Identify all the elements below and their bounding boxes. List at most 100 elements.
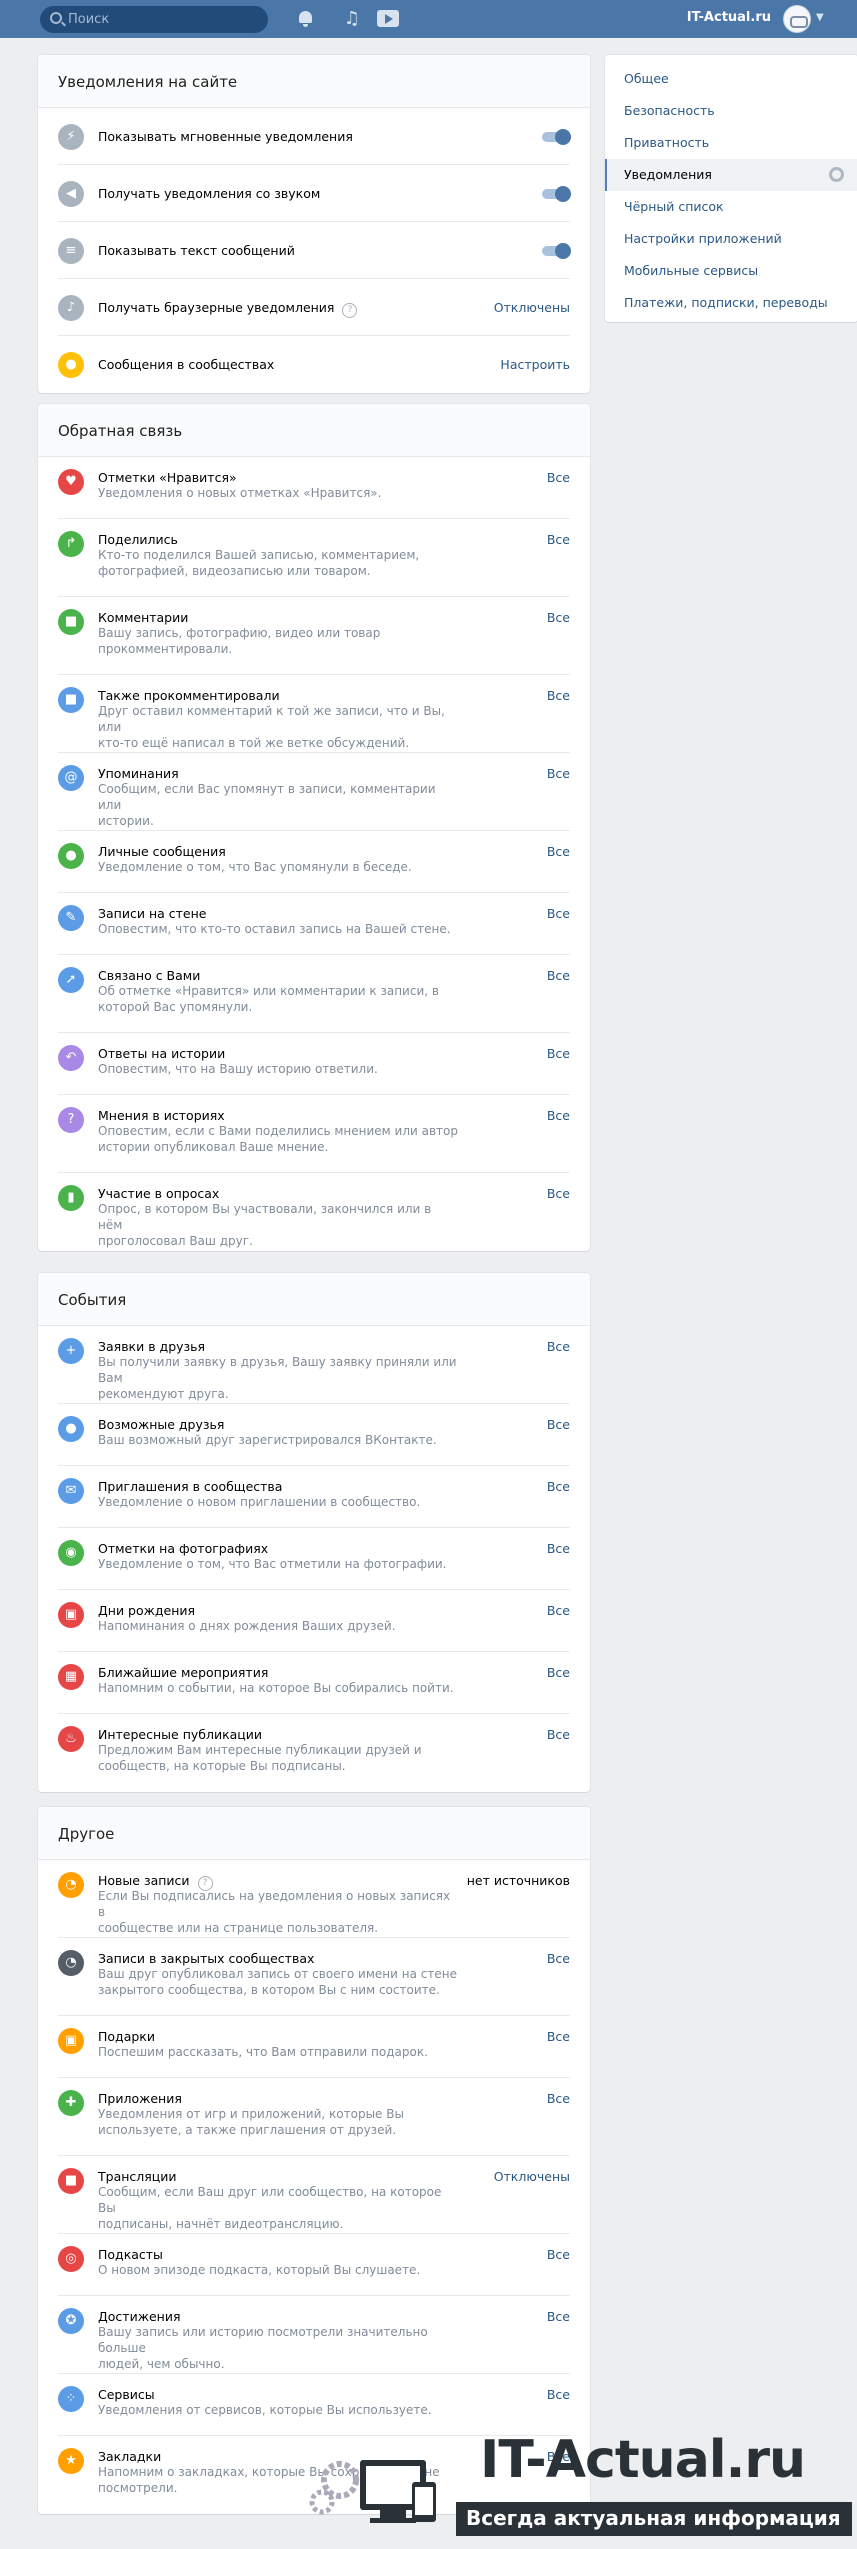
row-value-link[interactable]: Все <box>547 1951 570 1966</box>
settings-row[interactable]: ◔ Записи в закрытых сообществах Ваш друг о… <box>58 1938 570 2016</box>
row-value-link[interactable]: Все <box>547 1186 570 1201</box>
sidebar-item-label: Чёрный список <box>624 199 724 214</box>
row-description: Вашу запись, фотографию, видео или товар… <box>98 625 458 657</box>
description-line: Сообщим, если Вас упомянут в записи, ком… <box>98 782 436 812</box>
row-description: Оповестим, что на Вашу историю ответили. <box>98 1061 458 1077</box>
settings-row[interactable]: ▣ Подарки Поспешим рассказать, что Вам отп… <box>58 2016 570 2078</box>
settings-row[interactable]: ⚡ Показывать мгновенные уведомления <box>58 108 571 165</box>
settings-row[interactable]: ▣ Дни рождения Напоминания о днях рождения… <box>58 1590 570 1652</box>
bell-icon[interactable] <box>296 9 316 29</box>
settings-row[interactable]: ✪ Достижения Вашу запись или историю посмо… <box>58 2296 570 2374</box>
toggle-switch[interactable] <box>542 186 571 202</box>
sidebar-item[interactable]: Чёрный список <box>605 191 857 223</box>
settings-row[interactable]: ● Возможные друзья Ваш возможный друг заре… <box>58 1404 570 1466</box>
settings-row[interactable]: ♥ Отметки «Нравится» Уведомления о новых о… <box>58 457 570 519</box>
settings-row[interactable]: ◎ Подкасты О новом эпизоде подкаста, котор… <box>58 2234 570 2296</box>
row-value-link[interactable]: Все <box>547 906 570 921</box>
sidebar-item-label: Безопасность <box>624 103 715 118</box>
row-value-link[interactable]: Все <box>547 1727 570 1742</box>
row-value-link[interactable]: Все <box>547 2309 570 2324</box>
row-value-link[interactable]: Все <box>547 1479 570 1494</box>
row-value-link[interactable]: Отключены <box>494 300 570 315</box>
settings-row[interactable]: ▮ Участие в опросах Опрос, в котором Вы уч… <box>58 1173 570 1251</box>
settings-row[interactable]: ↶ Ответы на истории Оповестим, что на Вашу… <box>58 1033 570 1095</box>
music-icon[interactable]: ♫ <box>342 9 362 29</box>
row-value-link[interactable]: Все <box>547 1339 570 1354</box>
row-value-link[interactable]: Все <box>547 844 570 859</box>
row-value-link[interactable]: Все <box>547 532 570 547</box>
settings-row[interactable]: ≡ Показывать текст сообщений <box>58 222 571 279</box>
row-value-link[interactable]: Отключены <box>494 2169 570 2184</box>
row-value-link[interactable]: Все <box>547 2091 570 2106</box>
sidebar-item[interactable]: Приватность <box>605 127 857 159</box>
settings-row[interactable]: ● Личные сообщения Уведомление о том, что … <box>58 831 570 893</box>
toggle-switch[interactable] <box>542 243 571 259</box>
row-value-link[interactable]: Все <box>547 1665 570 1680</box>
row-title: Мнения в историях <box>98 1108 225 1123</box>
settings-row[interactable]: ◀ Получать уведомления со звуком <box>58 165 571 222</box>
row-description: Уведомление о том, что Вас отметили на ф… <box>98 1556 458 1572</box>
settings-row[interactable]: + Заявки в друзья Вы получили заявку в дру… <box>58 1326 570 1404</box>
settings-row[interactable]: ◔ Новые записи? Если Вы подписались на уве… <box>58 1860 570 1938</box>
row-title-text: Показывать текст сообщений <box>98 243 295 258</box>
row-value-link[interactable]: Все <box>547 688 570 703</box>
row-value-link[interactable]: Все <box>547 968 570 983</box>
top-header: ♫ IT-Actual.ru ▼ <box>0 0 857 38</box>
row-title-text: Записи на стене <box>98 906 207 921</box>
row-value-link[interactable]: Все <box>547 470 570 485</box>
row-value-link[interactable]: Все <box>547 766 570 781</box>
row-title-text: Комментарии <box>98 610 189 625</box>
row-value-link[interactable]: Все <box>547 2387 570 2402</box>
settings-row[interactable]: ➚ Связано с Вами Об отметке «Нравится» или… <box>58 955 570 1033</box>
settings-row[interactable]: ▦ Ближайшие мероприятия Напомним о событии… <box>58 1652 570 1714</box>
row-value-link[interactable]: Все <box>547 610 570 625</box>
sidebar-item[interactable]: Мобильные сервисы <box>605 255 857 287</box>
toggle-switch[interactable] <box>542 129 571 145</box>
video-icon[interactable] <box>377 10 399 27</box>
row-value-link[interactable]: Все <box>547 1417 570 1432</box>
settings-row[interactable]: ■ Также прокомментировали Друг оставил ком… <box>58 675 570 753</box>
description-line: Об отметке «Нравится» или комментарии к … <box>98 984 439 998</box>
sidebar-item[interactable]: Настройки приложений <box>605 223 857 255</box>
settings-row[interactable]: ↱ Поделились Кто-то поделился Вашей запись… <box>58 519 570 597</box>
row-description: Сообщим, если Ваш друг или сообщество, н… <box>98 2184 458 2232</box>
row-value-link[interactable]: Настроить <box>500 357 570 372</box>
settings-row[interactable]: ? Мнения в историях Оповестим, если с Вами… <box>58 1095 570 1173</box>
sidebar-item[interactable]: Безопасность <box>605 95 857 127</box>
settings-row[interactable]: @ Упоминания Сообщим, если Вас упомянут в … <box>58 753 570 831</box>
search-box[interactable] <box>40 6 268 33</box>
row-description: Оповестим, если с Вами поделились мнение… <box>98 1123 458 1155</box>
settings-row[interactable]: ● Сообщения в сообществах Настроить <box>58 336 570 393</box>
gear-icon[interactable] <box>829 167 844 182</box>
settings-row[interactable]: ✉ Приглашения в сообщества Уведомление о н… <box>58 1466 570 1528</box>
settings-row[interactable]: ■ Трансляции Сообщим, если Ваш друг или со… <box>58 2156 570 2234</box>
row-value-link[interactable]: Все <box>547 1541 570 1556</box>
help-icon[interactable]: ? <box>342 303 358 318</box>
chevron-down-icon[interactable]: ▼ <box>816 12 824 23</box>
row-value-link[interactable]: Все <box>547 1603 570 1618</box>
settings-row[interactable]: ◉ Отметки на фотографиях Уведомление о том… <box>58 1528 570 1590</box>
sidebar-item[interactable]: Платежи, подписки, переводы <box>605 287 857 319</box>
username[interactable]: IT-Actual.ru <box>687 10 771 25</box>
sidebar-item[interactable]: Общее <box>605 63 857 95</box>
settings-row[interactable]: ♪ Получать браузерные уведомления? Отключе… <box>58 279 570 336</box>
row-value-link[interactable]: Все <box>547 1108 570 1123</box>
settings-row[interactable]: ■ Комментарии Вашу запись, фотографию, вид… <box>58 597 570 675</box>
settings-row[interactable]: ♨ Интересные публикации Предложим Вам инте… <box>58 1714 570 1792</box>
settings-row[interactable]: ✎ Записи на стене Оповестим, что кто-то ос… <box>58 893 570 955</box>
row-description: Ваш друг опубликовал запись от своего им… <box>98 1966 458 1998</box>
watermark-title: IT-Actual.ru <box>480 2430 806 2490</box>
description-line: истории опубликовал Ваше мнение. <box>98 1140 329 1154</box>
row-title-text: Связано с Вами <box>98 968 201 983</box>
description-line: проголосовал Ваш друг. <box>98 1234 253 1248</box>
rss-icon: ◔ <box>58 1872 84 1898</box>
camera-icon: ◉ <box>58 1540 84 1566</box>
row-title-text: Закладки <box>98 2449 162 2464</box>
row-value-link[interactable]: Все <box>547 2247 570 2262</box>
avatar[interactable] <box>783 5 811 33</box>
row-value-link[interactable]: Все <box>547 1046 570 1061</box>
search-input[interactable] <box>68 10 258 29</box>
settings-row[interactable]: ✚ Приложения Уведомления от игр и приложен… <box>58 2078 570 2156</box>
row-value-link[interactable]: Все <box>547 2029 570 2044</box>
sidebar-item[interactable]: Уведомления <box>605 159 857 191</box>
